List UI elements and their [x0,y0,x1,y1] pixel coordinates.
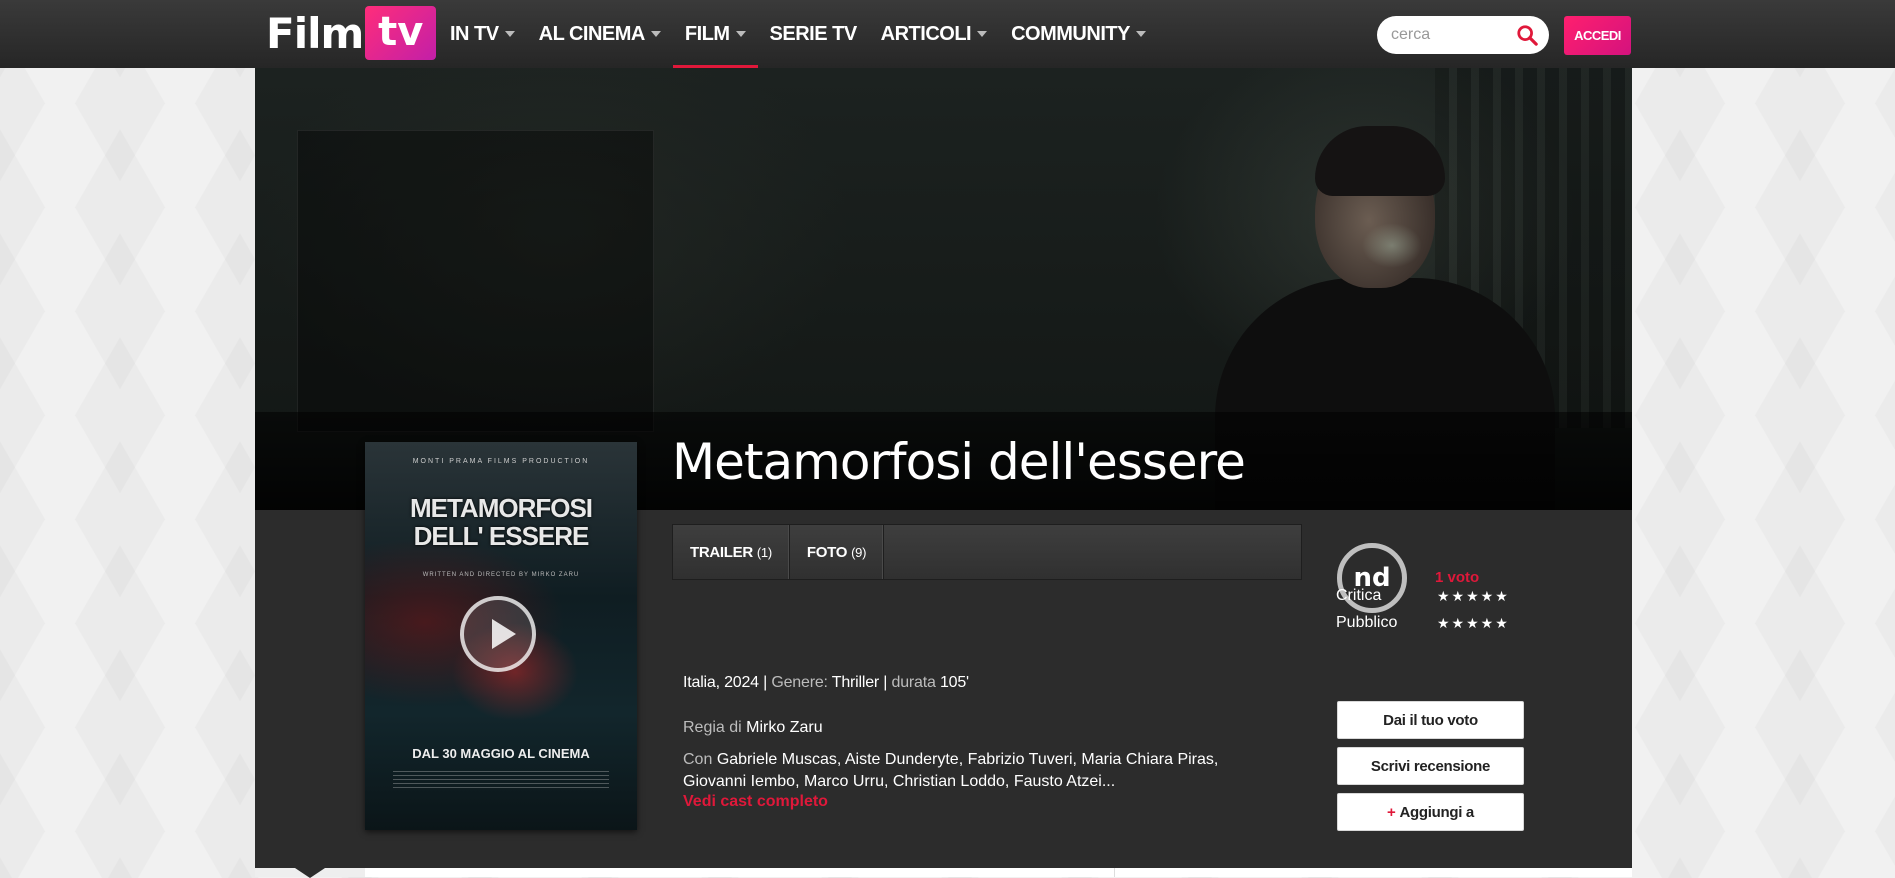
nav-item-label: AL CINEMA [538,22,646,45]
director-name[interactable]: Mirko Zaru [746,719,822,736]
film-meta-line: Italia, 2024 | Genere: Thriller | durata… [683,674,969,692]
nav-item-label: FILM [684,22,730,45]
content-divider [1114,868,1115,877]
nav-item-in-tv[interactable]: IN TV [438,0,527,68]
poster-production-credit: MONTI PRAMA FILMS PRODUCTION [412,458,590,465]
duration-value: 105' [939,674,969,691]
critica-label: Critica [1336,587,1382,604]
backdrop-figure-hair [1315,126,1445,196]
full-cast-link[interactable]: Vedi cast completo [683,793,828,811]
nav-item-community[interactable]: COMMUNITY [999,0,1158,68]
plus-icon: + [1387,803,1396,821]
tab-trailer-count: (1) [756,544,772,560]
pubblico-label: Pubblico [1336,614,1398,631]
country-year: Italia, 2024 [683,674,759,691]
cast-names[interactable]: Gabriele Muscas, Aiste Dunderyte, Fabriz… [683,751,1218,790]
chevron-down-icon [1135,31,1146,37]
tab-foto-label: FOTO [806,543,848,561]
genre-value[interactable]: Thriller [832,674,879,691]
search-input[interactable] [1389,25,1521,45]
search-icon[interactable] [1516,24,1538,46]
chevron-down-icon [504,31,515,37]
chevron-down-icon [650,31,661,37]
genre-label: Genere: [771,674,828,691]
votes-count[interactable]: 1 voto [1435,569,1479,586]
add-to-list-button[interactable]: + Aggiungi a [1337,793,1524,831]
content-strip [255,868,1632,877]
logo-tv-badge: tv [365,6,437,60]
chevron-down-icon [977,31,988,37]
nav-item-al-cinema[interactable]: AL CINEMA [527,0,673,68]
backdrop-monitor [297,130,654,432]
rating-row-critica: Critica ★★★★★ [1336,587,1526,605]
duration-label: durata [891,674,936,691]
login-button[interactable]: ACCEDI [1564,16,1631,55]
rating-row-pubblico: Pubblico ★★★★★ [1336,614,1526,632]
nav-item-serie-tv[interactable]: SERIE TV [758,0,869,68]
nav-item-label: COMMUNITY [1011,22,1130,45]
nav-item-film[interactable]: FILM [672,0,758,68]
nav-item-label: IN TV [450,22,499,45]
director-line: Regia di Mirko Zaru [683,719,823,737]
cast-label: Con [683,751,713,768]
pubblico-stars-icon[interactable]: ★★★★★ [1437,615,1510,632]
tab-foto-count: (9) [851,544,867,560]
nav-item-articoli[interactable]: ARTICOLI [869,0,999,68]
main-nav: IN TV AL CINEMA FILM SERIE TV ARTICOLI COMMUN… [438,0,1158,68]
cast-line: Con Gabriele Muscas, Aiste Dunderyte, Fa… [683,749,1283,793]
tab-foto[interactable]: FOTO (9) [790,525,885,579]
tab-trailer-label: TRAILER [690,543,753,561]
search-box [1377,16,1549,54]
top-navbar: Film tv IN TV AL CINEMA FILM SERIE TV ARTICOL… [0,0,1895,68]
poster-title-line1: METAMORFOSI [409,493,593,523]
media-tabs: TRAILER (1) FOTO (9) [672,524,1302,580]
critica-stars-icon: ★★★★★ [1437,588,1510,604]
nav-item-label: SERIE TV [769,22,858,45]
meta-separator: | [883,674,888,691]
play-trailer-icon[interactable] [460,596,536,672]
poster-tagline: WRITTEN AND DIRECTED BY MIRKO ZARU [422,572,580,578]
add-to-label: Aggiungi a [1399,803,1474,821]
director-label: Regia di [683,719,742,736]
poster-title-line2: DELL' ESSERE [413,521,590,551]
filmtv-logo[interactable]: Film tv [266,6,437,60]
poster-credits-block [393,768,609,788]
poster-release: DAL 30 MAGGIO AL CINEMA [412,746,590,761]
poster-title: METAMORFOSI DELL' ESSERE [365,494,637,550]
nav-item-label: ARTICOLI [880,22,972,45]
chevron-down-icon [735,31,746,37]
rate-button[interactable]: Dai il tuo voto [1337,701,1524,739]
backdrop-light [1362,223,1422,268]
tab-trailer[interactable]: TRAILER (1) [673,525,790,579]
write-review-button[interactable]: Scrivi recensione [1337,747,1524,785]
meta-separator: | [763,674,768,691]
film-title: Metamorfosi dell'essere [672,433,1246,491]
logo-film-text: Film [266,8,364,58]
